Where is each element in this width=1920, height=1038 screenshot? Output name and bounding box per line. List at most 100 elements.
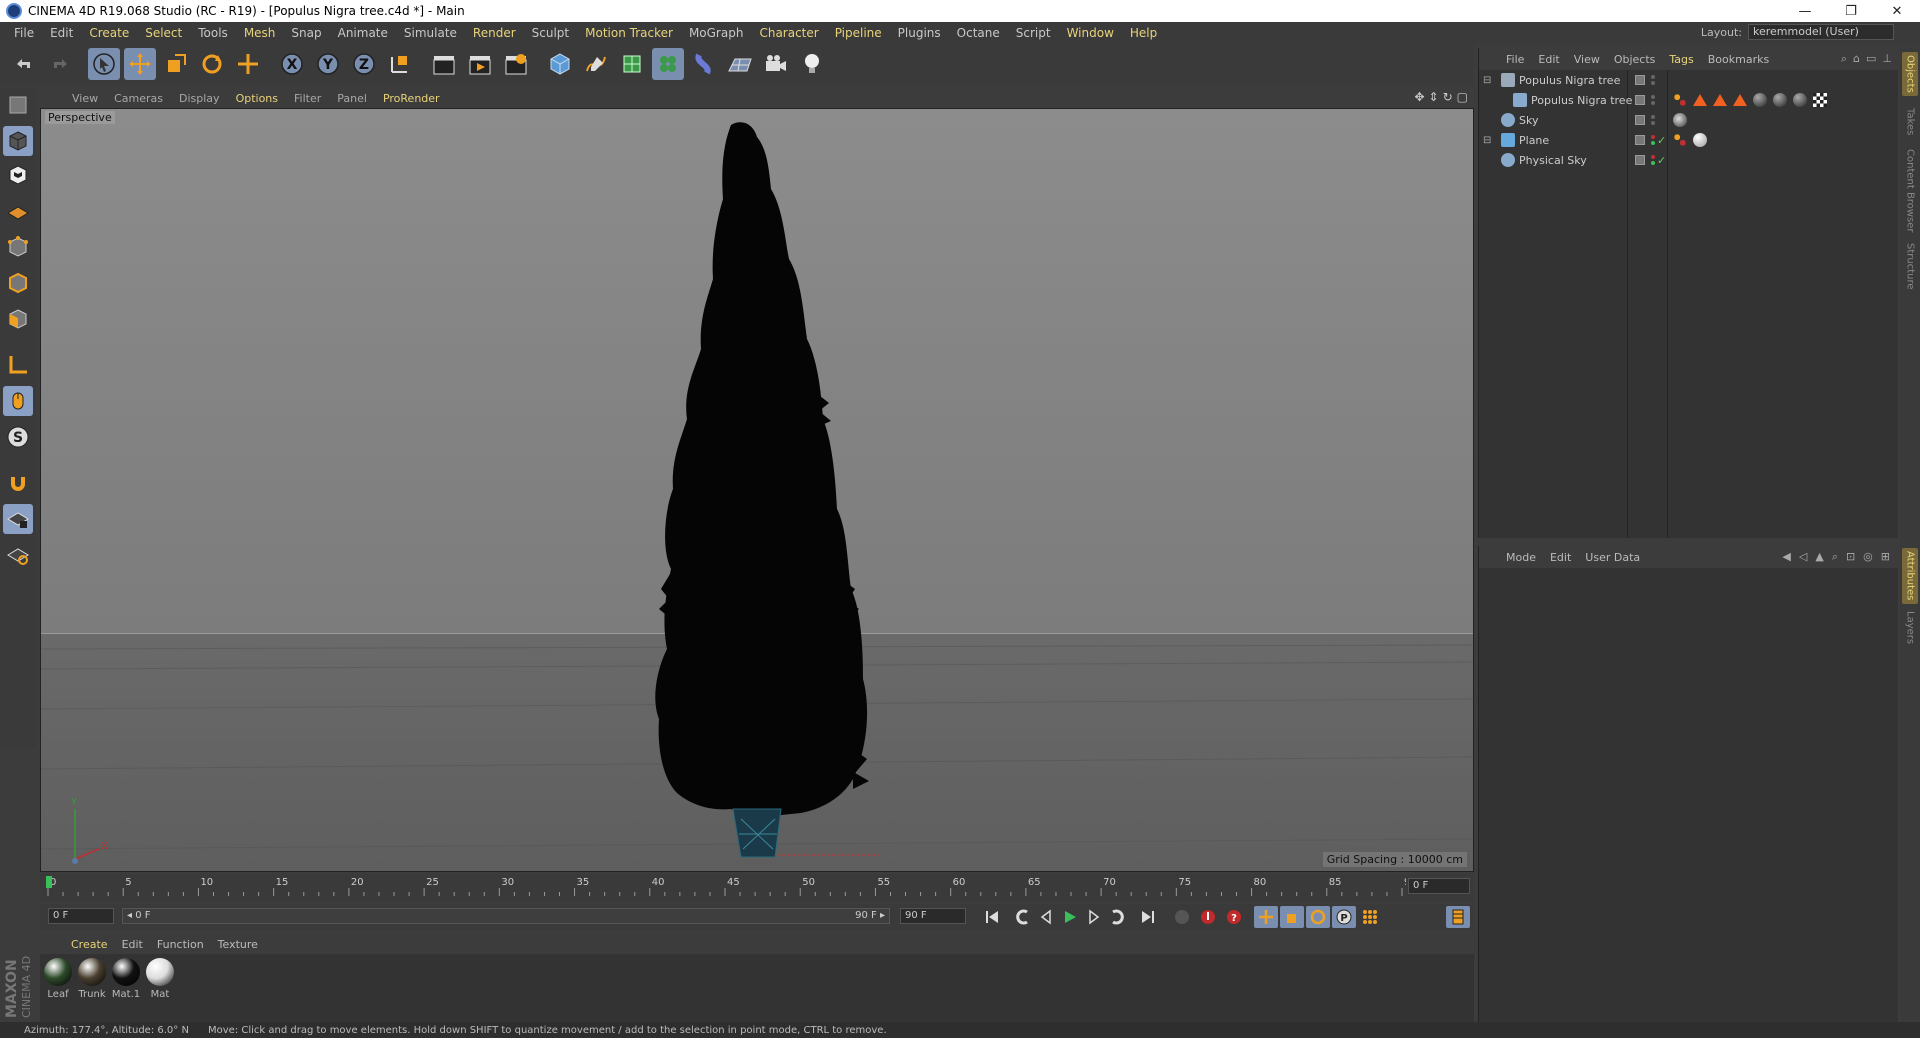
object-row[interactable]: Physical Sky ✓: [1479, 150, 1899, 170]
viewport-menu-filter[interactable]: Filter: [286, 92, 329, 105]
snap-button[interactable]: S: [3, 422, 33, 452]
object-row[interactable]: Populus Nigra tree: [1479, 90, 1899, 110]
floor-button[interactable]: [724, 48, 756, 80]
populus-nigra-tree[interactable]: [655, 122, 869, 816]
dolly-icon[interactable]: ⇕: [1429, 90, 1439, 104]
texture-tag-icon[interactable]: [1793, 93, 1807, 107]
texture-tag-icon[interactable]: [1773, 93, 1787, 107]
menu-character[interactable]: Character: [751, 26, 826, 40]
viewport-menu-cameras[interactable]: Cameras: [106, 92, 171, 105]
menu-pipeline[interactable]: Pipeline: [827, 26, 890, 40]
side-tab-layers[interactable]: Layers: [1902, 608, 1918, 648]
texture-mode-button[interactable]: [3, 160, 33, 190]
pen-spline-button[interactable]: [580, 48, 612, 80]
render-visibility-dot[interactable]: [1651, 141, 1655, 145]
white-material-tag-icon[interactable]: [1693, 133, 1707, 147]
viewport-menu-view[interactable]: View: [64, 92, 106, 105]
back-arrow-icon[interactable]: ◀: [1782, 550, 1790, 564]
menu-script[interactable]: Script: [1008, 26, 1059, 40]
phong-tag-icon[interactable]: [1693, 94, 1707, 106]
object-menu-edit[interactable]: Edit: [1531, 53, 1566, 66]
close-button[interactable]: ✕: [1874, 0, 1920, 22]
record-active-objects-button[interactable]: [1196, 906, 1220, 928]
visibility-toggle-icon[interactable]: [1635, 115, 1645, 125]
menu-help[interactable]: Help: [1122, 26, 1165, 40]
y-axis-lock-button[interactable]: Y: [312, 48, 344, 80]
attribute-menu-edit[interactable]: Edit: [1543, 551, 1578, 564]
model-mode-button[interactable]: [3, 126, 33, 156]
enabled-check-icon[interactable]: ✓: [1657, 154, 1666, 167]
transform-tool-button[interactable]: [232, 48, 264, 80]
object-row[interactable]: ⊟ Populus Nigra tree: [1479, 70, 1899, 90]
render-view-button[interactable]: [428, 48, 460, 80]
subdivision-surface-button[interactable]: [616, 48, 648, 80]
previous-key-button[interactable]: [1010, 906, 1034, 928]
new-panel-icon[interactable]: ⊞: [1881, 550, 1890, 564]
minimize-button[interactable]: —: [1782, 0, 1828, 22]
render-picture-viewer-button[interactable]: [464, 48, 496, 80]
cube-button[interactable]: [544, 48, 576, 80]
forward-arrow-icon[interactable]: ◁: [1799, 550, 1807, 564]
editor-visibility-dot[interactable]: [1651, 75, 1655, 79]
object-menu-objects[interactable]: Objects: [1607, 53, 1663, 66]
planar-workplane-button[interactable]: [3, 540, 33, 570]
minimize-panel-icon[interactable]: ▭: [1866, 52, 1876, 66]
material-swatch[interactable]: Leaf: [42, 958, 74, 1000]
pin-icon[interactable]: ⊥: [1882, 52, 1892, 66]
move-tool-button[interactable]: [124, 48, 156, 80]
axis-mode-button[interactable]: [3, 350, 33, 380]
object-row[interactable]: Sky: [1479, 110, 1899, 130]
coordinate-system-button[interactable]: [384, 48, 416, 80]
enable-snap-button[interactable]: [3, 468, 33, 498]
live-selection-button[interactable]: [88, 48, 120, 80]
record-scale-button[interactable]: [1280, 906, 1304, 928]
enabled-check-icon[interactable]: ✓: [1657, 134, 1666, 147]
object-row[interactable]: ⊟ Plane ✓: [1479, 130, 1899, 150]
timeline-window-button[interactable]: [1446, 906, 1470, 928]
up-arrow-icon[interactable]: ▲: [1815, 550, 1823, 564]
timeline-ruler[interactable]: 051015202530354045505560657075808590: [40, 874, 1474, 902]
next-key-button[interactable]: [1106, 906, 1130, 928]
material-swatch[interactable]: Mat.1: [110, 958, 142, 1000]
menu-select[interactable]: Select: [137, 26, 190, 40]
search-icon[interactable]: ⌕: [1841, 52, 1847, 66]
next-frame-button[interactable]: [1082, 906, 1106, 928]
x-axis-lock-button[interactable]: X: [276, 48, 308, 80]
menu-file[interactable]: File: [6, 26, 42, 40]
phong-tag-icon[interactable]: [1713, 94, 1727, 106]
menu-create[interactable]: Create: [81, 26, 137, 40]
editor-visibility-dot[interactable]: [1651, 95, 1655, 99]
expand-toggle-icon[interactable]: ⊟: [1483, 135, 1491, 146]
record-key-disabled-button[interactable]: [1170, 906, 1194, 928]
menu-animate[interactable]: Animate: [330, 26, 396, 40]
material-menu-edit[interactable]: Edit: [115, 938, 150, 951]
camera-button[interactable]: [760, 48, 792, 80]
attribute-menu-mode[interactable]: Mode: [1499, 551, 1543, 564]
light-button[interactable]: [796, 48, 828, 80]
perspective-viewport[interactable]: Y X Perspective Grid Spacing : 10000 cm: [40, 108, 1474, 872]
layout-dropdown[interactable]: keremmodel (User): [1748, 24, 1894, 40]
start-frame-field[interactable]: 0 F: [48, 908, 114, 924]
object-menu-file[interactable]: File: [1499, 53, 1531, 66]
side-tab-structure[interactable]: Structure: [1902, 238, 1918, 294]
frame-range-slider[interactable]: ◂ 0 F 90 F ▸: [122, 908, 890, 924]
render-visibility-dot[interactable]: [1651, 101, 1655, 105]
lock-icon[interactable]: ⊡: [1846, 550, 1855, 564]
menu-snap[interactable]: Snap: [283, 26, 329, 40]
editor-visibility-dot[interactable]: [1651, 115, 1655, 119]
material-menu-create[interactable]: Create: [64, 938, 115, 951]
edges-mode-button[interactable]: [3, 268, 33, 298]
render-visibility-dot[interactable]: [1651, 161, 1655, 165]
menu-plugins[interactable]: Plugins: [890, 26, 949, 40]
uvw-tag-icon[interactable]: [1813, 93, 1827, 107]
expand-toggle-icon[interactable]: ⊟: [1483, 75, 1491, 86]
texture-tag-icon[interactable]: [1753, 93, 1767, 107]
visibility-toggle-icon[interactable]: [1635, 75, 1645, 85]
editor-visibility-dot[interactable]: [1651, 155, 1655, 159]
go-to-end-button[interactable]: [1136, 906, 1160, 928]
material-swatch[interactable]: Trunk: [76, 958, 108, 1000]
record-position-button[interactable]: [1254, 906, 1278, 928]
object-menu-tags[interactable]: Tags: [1662, 53, 1700, 66]
viewport-menu-panel[interactable]: Panel: [329, 92, 375, 105]
rotate-tool-button[interactable]: [196, 48, 228, 80]
